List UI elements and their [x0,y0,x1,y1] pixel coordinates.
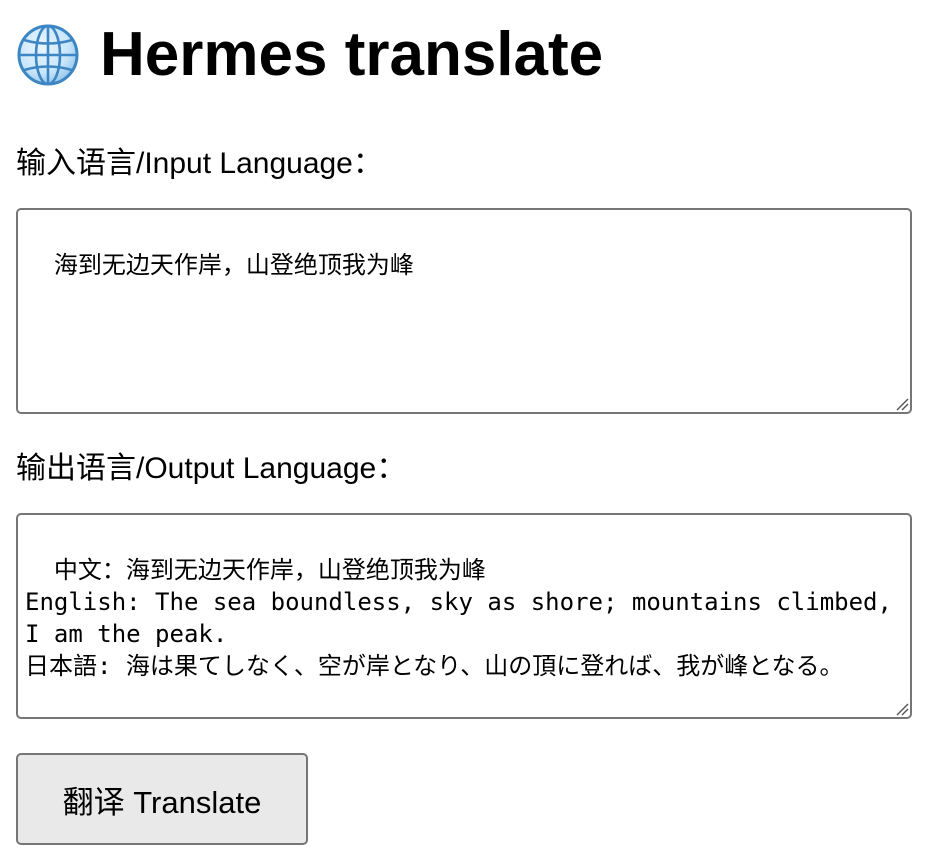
translate-button[interactable]: 翻译 Translate [16,753,308,845]
output-text: 中文：海到无边天作岸，山登绝顶我为峰 English: The sea boun… [25,556,892,680]
output-language-label: 输出语言/Output Language： [16,452,407,485]
page-title: Hermes translate [100,20,604,89]
input-textarea[interactable]: 海到无边天作岸，山登绝顶我为峰 [16,208,912,414]
output-textarea[interactable]: 中文：海到无边天作岸，山登绝顶我为峰 English: The sea boun… [16,513,912,719]
resize-handle-icon[interactable] [893,700,909,716]
resize-handle-icon[interactable] [893,395,909,411]
app-header: Hermes translate [16,22,603,88]
globe-icon [17,24,79,86]
input-text: 海到无边天作岸，山登绝顶我为峰 [53,251,414,279]
input-language-label: 输入语言/Input Language： [16,147,383,180]
